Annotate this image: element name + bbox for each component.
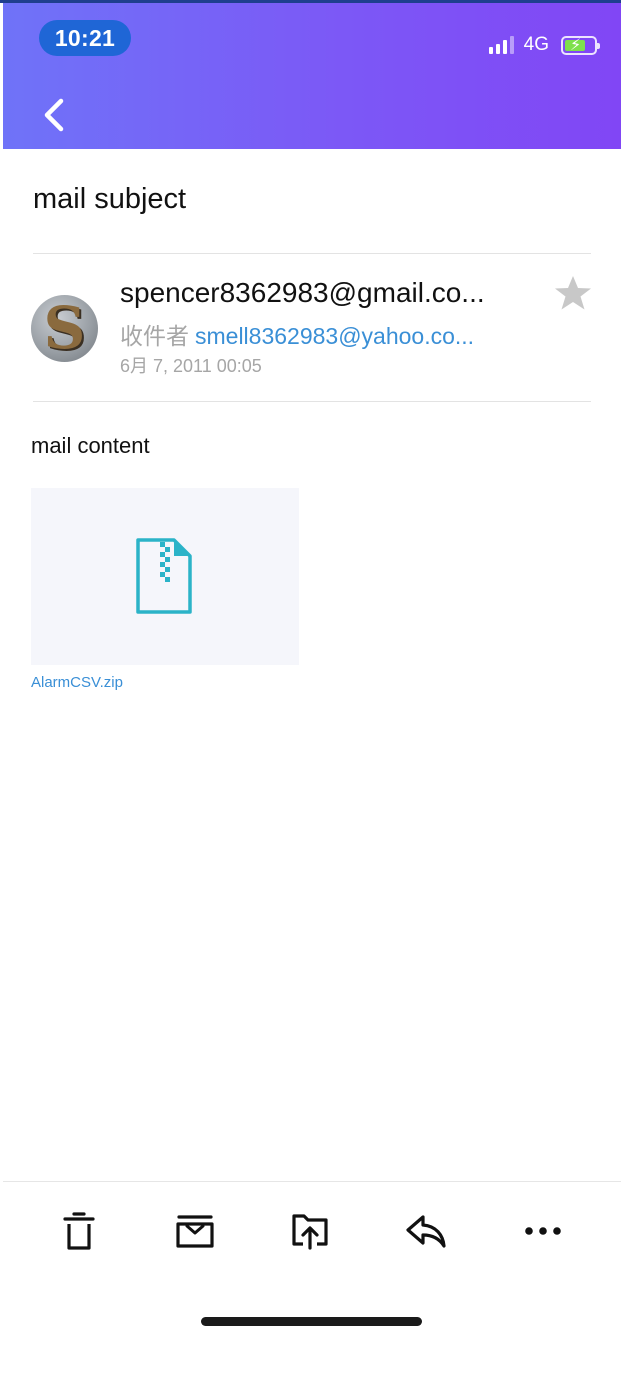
trash-icon — [63, 1212, 95, 1250]
more-dots-icon — [525, 1227, 561, 1235]
zip-file-icon — [136, 538, 192, 614]
folder-upload-icon — [292, 1214, 328, 1250]
archive-box-icon — [176, 1215, 214, 1248]
email-detail-screen: 10:21 4G ⚡ mail subject S spencer8362983… — [0, 0, 621, 1374]
top-edge-line — [0, 0, 621, 3]
status-indicators: 4G ⚡ — [488, 33, 600, 57]
battery-charging-icon: ⚡ — [561, 35, 600, 55]
divider — [33, 401, 591, 402]
home-indicator[interactable] — [201, 1317, 422, 1326]
star-icon — [555, 276, 591, 310]
recipient-line: 收件者 smell8362983@yahoo.co... — [120, 317, 474, 351]
divider — [33, 253, 591, 254]
mail-date: 6月 7, 2011 00:05 — [120, 356, 262, 376]
chevron-left-icon — [44, 98, 64, 132]
reply-icon — [406, 1215, 446, 1248]
signal-strength-icon — [488, 36, 514, 54]
network-type: 4G — [523, 34, 549, 55]
back-button[interactable] — [39, 91, 75, 139]
archive-button[interactable] — [171, 1208, 219, 1254]
move-button[interactable] — [286, 1208, 334, 1254]
recipient-label: 收件者 — [120, 323, 189, 349]
reply-button[interactable] — [402, 1208, 450, 1254]
attachment-card[interactable] — [31, 488, 299, 665]
more-button[interactable] — [519, 1208, 567, 1254]
sender-address[interactable]: spencer8362983@gmail.co... — [120, 277, 485, 309]
mail-subject: mail subject — [33, 183, 187, 215]
star-button[interactable] — [553, 274, 593, 312]
recipient-address[interactable]: smell8362983@yahoo.co... — [195, 323, 474, 349]
status-time: 10:21 — [39, 20, 131, 56]
avatar-letter: S — [43, 295, 86, 362]
toolbar-divider — [3, 1181, 621, 1182]
attachment-name[interactable]: AlarmCSV.zip — [31, 674, 123, 691]
header-bar: 10:21 4G ⚡ — [3, 3, 621, 149]
mail-body: mail content — [31, 433, 150, 458]
avatar[interactable]: S — [31, 295, 98, 362]
delete-button[interactable] — [55, 1208, 103, 1254]
